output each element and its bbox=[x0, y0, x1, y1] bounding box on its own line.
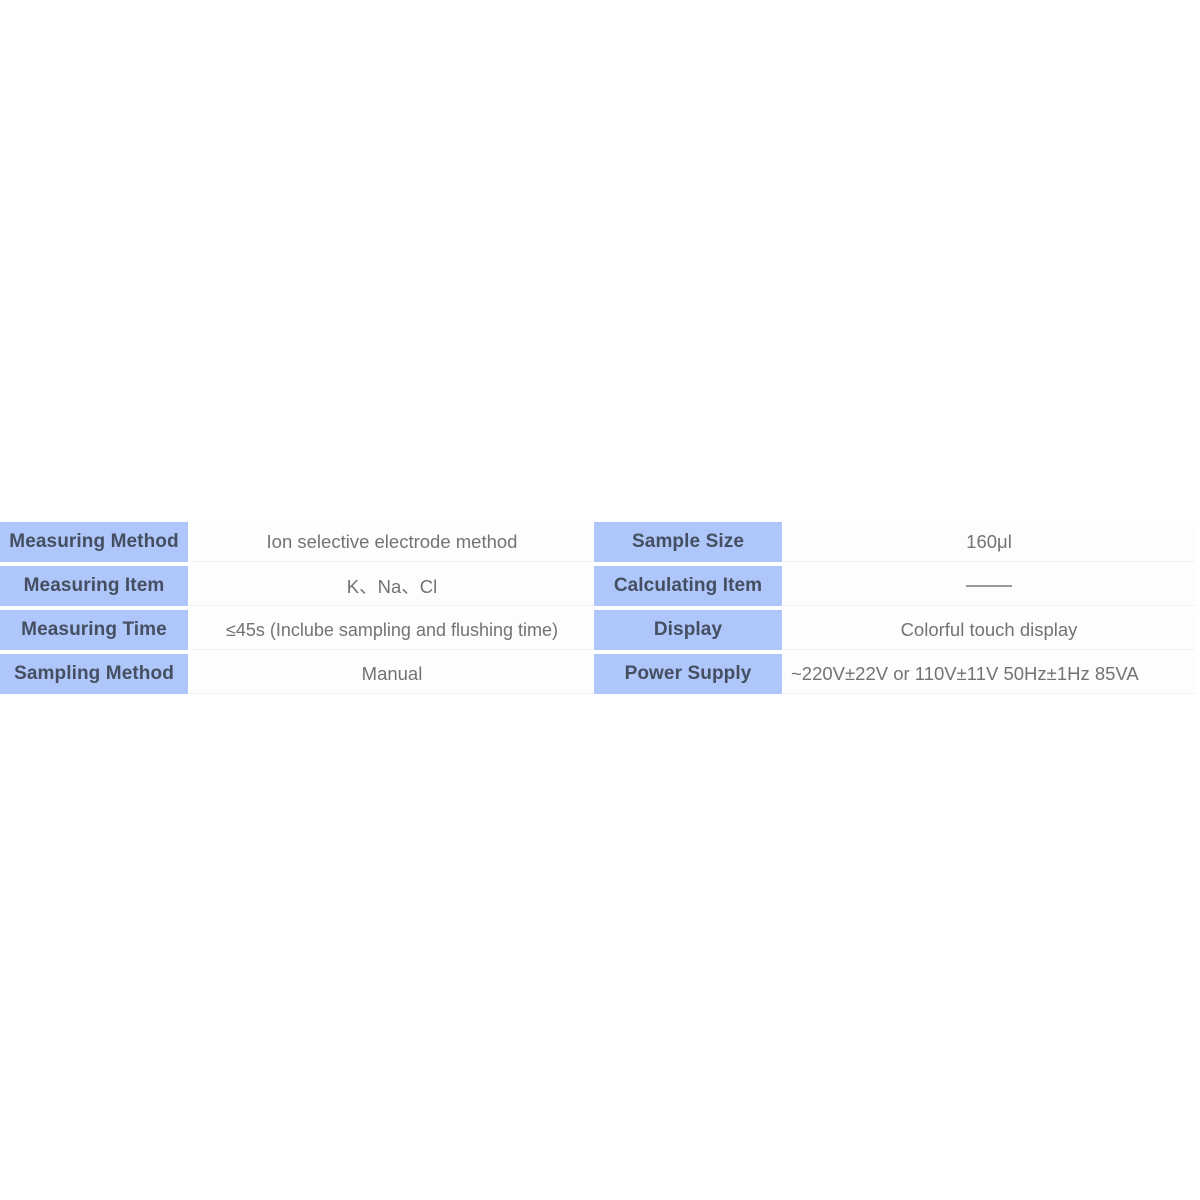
spec-label-display: Display bbox=[594, 610, 782, 650]
table-row: Measuring Time ≤45s (Inclube sampling an… bbox=[0, 610, 1200, 650]
spec-label-measuring-item: Measuring Item bbox=[0, 566, 188, 606]
em-dash-mark bbox=[966, 585, 1012, 587]
spec-value-display: Colorful touch display bbox=[783, 610, 1195, 650]
spec-label-power-supply: Power Supply bbox=[594, 654, 782, 694]
spec-value-calculating-item bbox=[783, 566, 1195, 606]
specification-table: Measuring Method Ion selective electrode… bbox=[0, 522, 1200, 694]
spec-value-measuring-item: K、Na、Cl bbox=[190, 566, 594, 606]
spec-label-measuring-method: Measuring Method bbox=[0, 522, 188, 562]
spec-label-sampling-method: Sampling Method bbox=[0, 654, 188, 694]
spec-value-sampling-method: Manual bbox=[190, 654, 594, 694]
table-row: Measuring Item K、Na、Cl Calculating Item bbox=[0, 566, 1200, 606]
spec-label-calculating-item: Calculating Item bbox=[594, 566, 782, 606]
spec-value-measuring-method: Ion selective electrode method bbox=[190, 522, 594, 562]
spec-value-power-supply: ~220V±22V or 110V±11V 50Hz±1Hz 85VA bbox=[783, 654, 1195, 694]
spec-value-measuring-time: ≤45s (Inclube sampling and flushing time… bbox=[190, 610, 594, 650]
spec-label-measuring-time: Measuring Time bbox=[0, 610, 188, 650]
spec-value-sample-size: 160μl bbox=[783, 522, 1195, 562]
spec-label-sample-size: Sample Size bbox=[594, 522, 782, 562]
table-row: Measuring Method Ion selective electrode… bbox=[0, 522, 1200, 562]
table-row: Sampling Method Manual Power Supply ~220… bbox=[0, 654, 1200, 694]
